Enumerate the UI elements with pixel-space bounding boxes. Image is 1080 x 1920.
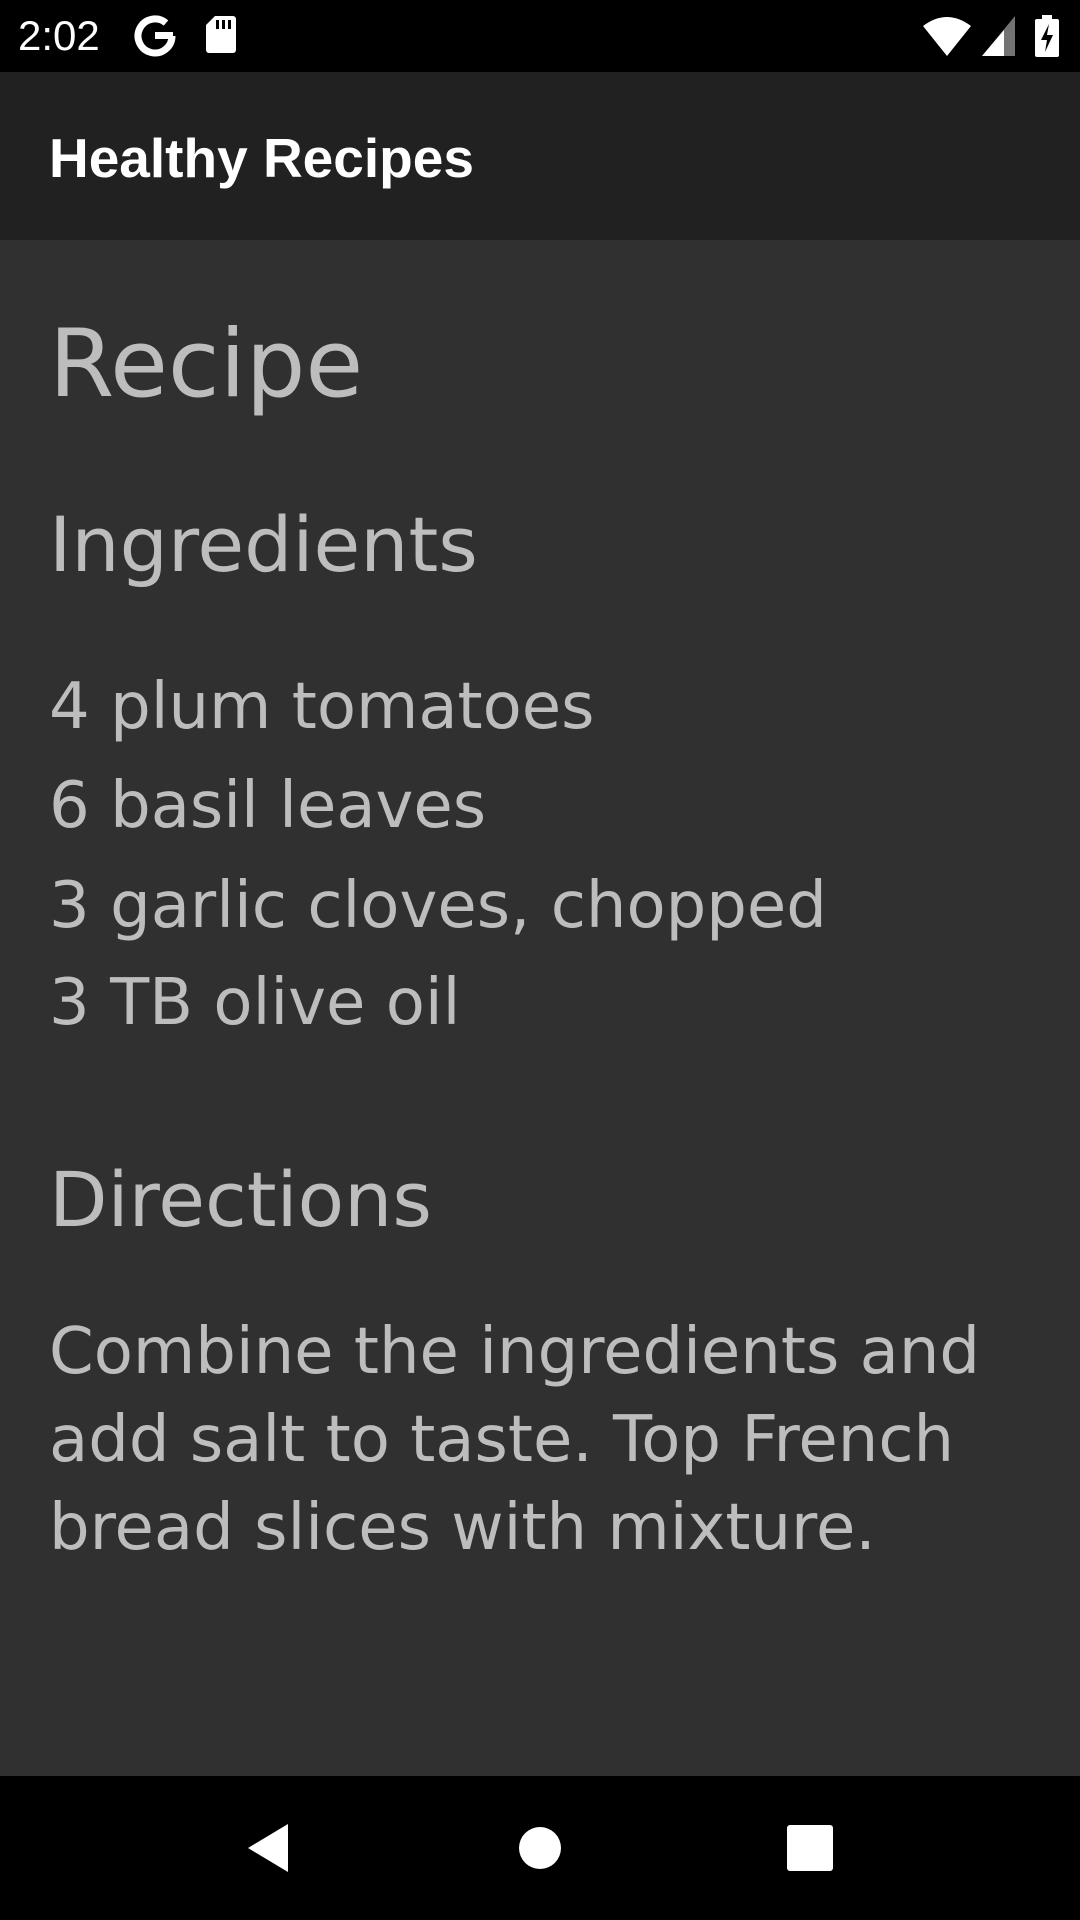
battery-charging-icon	[1034, 14, 1060, 58]
wifi-icon	[922, 14, 972, 58]
app-bar: Healthy Recipes	[0, 72, 1080, 240]
navigation-bar	[0, 1776, 1080, 1920]
directions-text: Combine the ingredients and add salt to …	[49, 1315, 981, 1565]
app-title: Healthy Recipes	[49, 127, 474, 189]
ingredients-heading: Ingredients	[49, 500, 478, 589]
recipe-content: Recipe Ingredients 4 plum tomatoes 6 bas…	[0, 240, 1080, 1776]
home-icon[interactable]	[500, 1808, 580, 1888]
directions-heading: Directions	[49, 1155, 432, 1244]
ingredient-item: 6 basil leaves	[49, 769, 487, 843]
recipe-heading: Recipe	[49, 310, 364, 419]
back-icon[interactable]	[230, 1808, 310, 1888]
ingredient-item: 3 TB olive oil	[49, 966, 461, 1040]
app-screen: 2:02 Healthy Recipes Recipe Ingredients …	[0, 0, 1080, 1920]
status-time: 2:02	[18, 12, 100, 59]
recents-icon[interactable]	[770, 1808, 850, 1888]
google-icon	[134, 14, 176, 58]
cellular-signal-icon	[980, 14, 1016, 58]
status-bar: 2:02	[0, 0, 1080, 72]
ingredient-item: 3 garlic cloves, chopped	[49, 869, 827, 943]
ingredient-item: 4 plum tomatoes	[49, 670, 595, 744]
sd-card-icon	[205, 14, 237, 58]
